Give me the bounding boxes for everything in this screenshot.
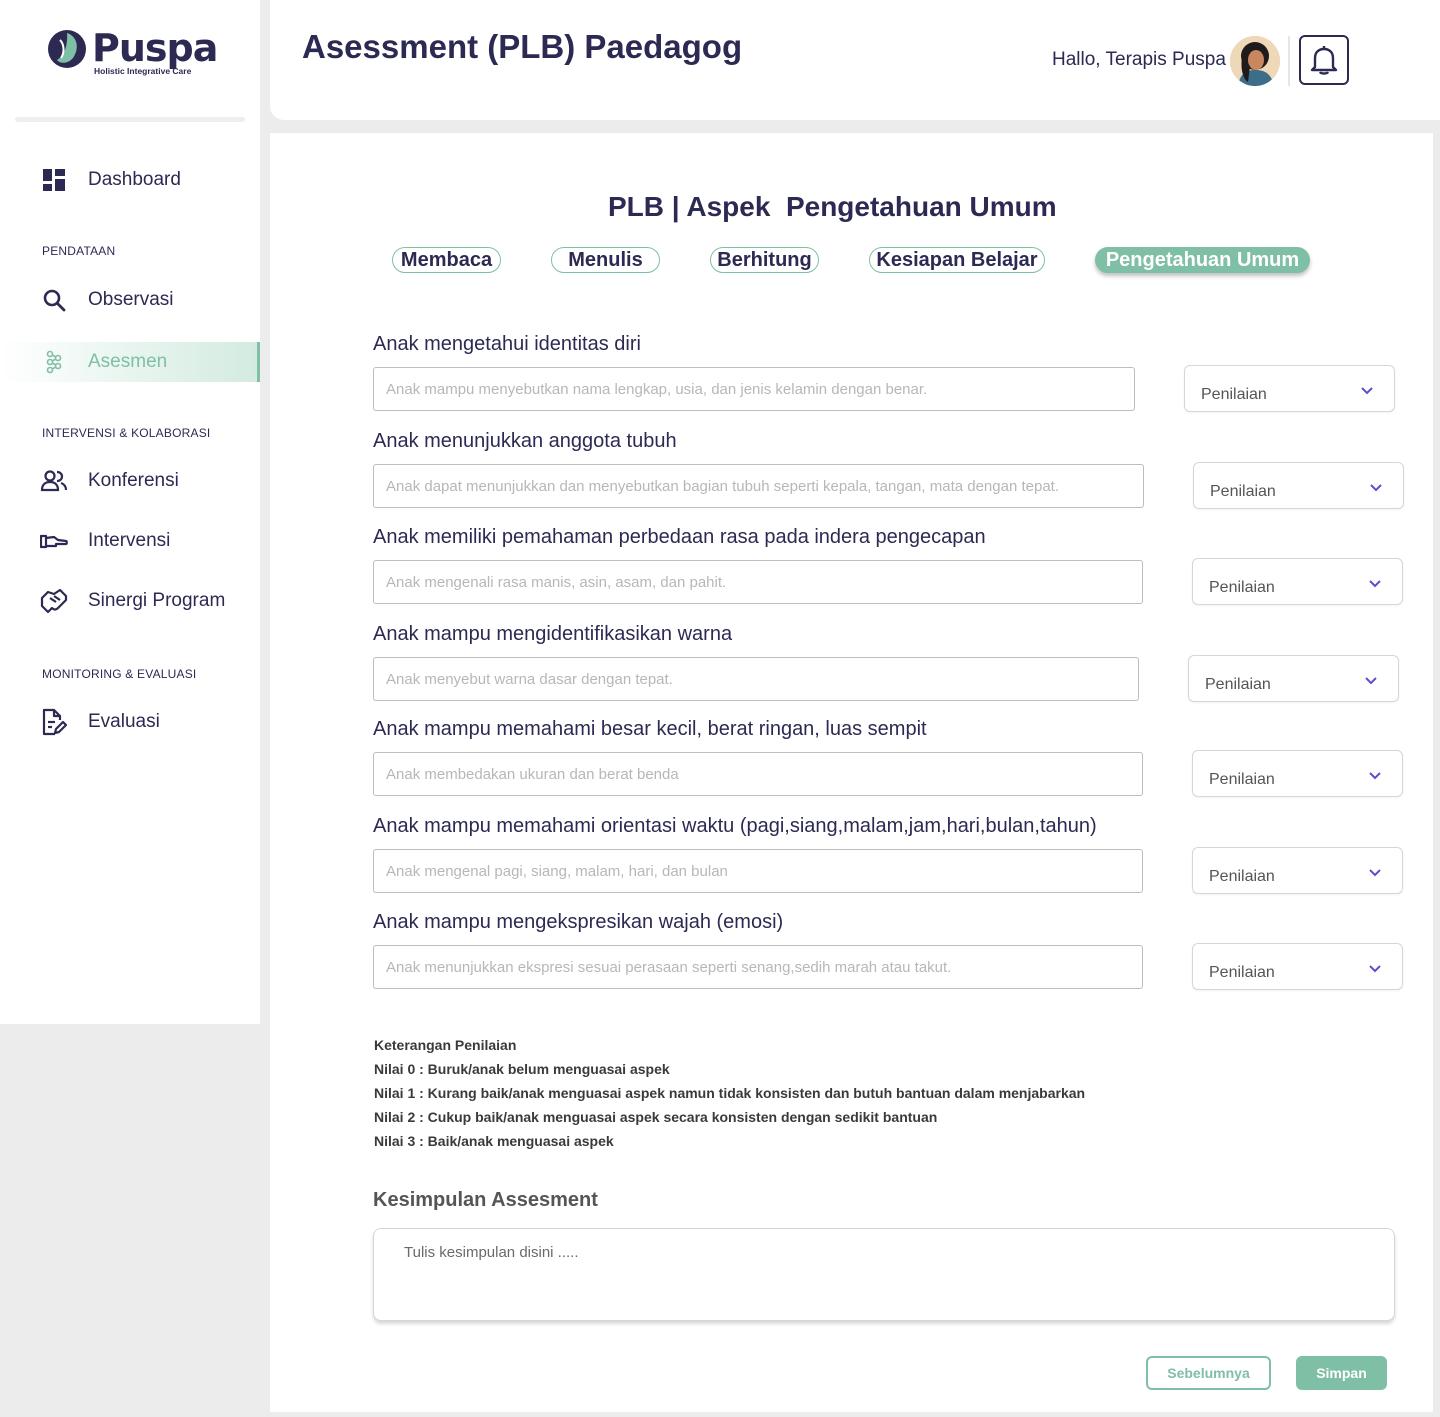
sidebar-item-asesmen[interactable]: Asesmen bbox=[0, 342, 260, 382]
score-select-value: Penilaian bbox=[1209, 579, 1275, 596]
score-select[interactable]: Penilaian bbox=[1192, 750, 1403, 797]
legend-title: Keterangan Penilaian bbox=[374, 1037, 517, 1053]
dashboard-icon bbox=[40, 166, 68, 194]
header-separator bbox=[1288, 36, 1290, 86]
tab-menulis[interactable]: Menulis bbox=[551, 247, 660, 273]
sidebar-item-label: Intervensi bbox=[88, 530, 171, 551]
sidebar-item-konferensi[interactable]: Konferensi bbox=[0, 461, 260, 501]
score-select[interactable]: Penilaian bbox=[1192, 558, 1403, 605]
page-title: Asessment (PLB) Paedagog bbox=[302, 28, 743, 65]
answer-input[interactable]: Anak mengenal pagi, siang, malam, hari, … bbox=[373, 849, 1143, 893]
question-label: Anak mampu mengidentifikasikan warna bbox=[373, 623, 733, 645]
score-select-value: Penilaian bbox=[1201, 386, 1267, 403]
tab-kesiapan-belajar[interactable]: Kesiapan Belajar bbox=[869, 247, 1045, 273]
answer-input[interactable]: Anak mengenali rasa manis, asin, asam, d… bbox=[373, 560, 1143, 604]
score-select-value: Penilaian bbox=[1205, 676, 1271, 693]
answer-input[interactable]: Anak mampu menyebutkan nama lengkap, usi… bbox=[373, 367, 1135, 411]
sidebar-item-evaluasi[interactable]: Evaluasi bbox=[0, 702, 260, 742]
sidebar-section-title: INTERVENSI & KOLABORASI bbox=[42, 426, 211, 440]
answer-input[interactable]: Anak menyebut warna dasar dengan tepat. bbox=[373, 657, 1139, 701]
legend-line: Nilai 1 : Kurang baik/anak menguasai asp… bbox=[374, 1085, 1086, 1101]
logo-mark-icon bbox=[48, 30, 86, 68]
tab-pengetahuan-umum[interactable]: Pengetahuan Umum bbox=[1095, 247, 1310, 273]
conclusion-textarea[interactable]: Tulis kesimpulan disini ..... bbox=[373, 1228, 1395, 1321]
sidebar-item-label: Konferensi bbox=[88, 470, 179, 491]
sidebar-item-label: Asesmen bbox=[88, 351, 168, 372]
conclusion-placeholder: Tulis kesimpulan disini ..... bbox=[404, 1244, 579, 1261]
chevron-down-icon bbox=[1369, 772, 1381, 780]
score-legend: Keterangan Penilaian Nilai 0 : Buruk/ana… bbox=[374, 1033, 1085, 1153]
legend-line: Nilai 3 : Baik/anak menguasai aspek bbox=[374, 1133, 614, 1149]
sidebar-section-title: MONITORING & EVALUASI bbox=[42, 667, 197, 681]
sidebar-section-title: PENDATAAN bbox=[42, 244, 116, 258]
score-select[interactable]: Penilaian bbox=[1192, 847, 1403, 894]
tab-membaca[interactable]: Membaca bbox=[392, 247, 501, 273]
question-label: Anak mampu memahami besar kecil, berat r… bbox=[373, 718, 927, 740]
bell-icon bbox=[1310, 46, 1338, 75]
brand-name: Puspa bbox=[92, 26, 218, 70]
legend-line: Nilai 0 : Buruk/anak belum menguasai asp… bbox=[374, 1061, 670, 1077]
sidebar-item-intervensi[interactable]: Intervensi bbox=[0, 521, 260, 561]
answer-input[interactable]: Anak dapat menunjukkan dan menyebutkan b… bbox=[373, 464, 1144, 508]
chevron-down-icon bbox=[1365, 677, 1377, 685]
score-select-value: Penilaian bbox=[1209, 771, 1275, 788]
save-button[interactable]: Simpan bbox=[1296, 1356, 1387, 1390]
sidebar-item-label: Dashboard bbox=[88, 169, 181, 190]
sidebar-item-observasi[interactable]: Observasi bbox=[0, 280, 260, 320]
sidebar-item-label: Observasi bbox=[88, 289, 174, 310]
question-label: Anak mampu memahami orientasi waktu (pag… bbox=[373, 815, 1097, 837]
score-select-value: Penilaian bbox=[1209, 868, 1275, 885]
user-greeting: Hallo, Terapis Puspa bbox=[1052, 49, 1226, 70]
answer-input[interactable]: Anak menunjukkan ekspresi sesuai perasaa… bbox=[373, 945, 1143, 989]
previous-button[interactable]: Sebelumnya bbox=[1146, 1356, 1271, 1390]
search-icon bbox=[40, 286, 68, 314]
answer-input[interactable]: Anak membedakan ukuran dan berat benda bbox=[373, 752, 1143, 796]
score-select-value: Penilaian bbox=[1209, 964, 1275, 981]
question-label: Anak menunjukkan anggota tubuh bbox=[373, 430, 677, 452]
edit-document-icon bbox=[40, 708, 68, 736]
score-select[interactable]: Penilaian bbox=[1188, 655, 1399, 702]
sidebar-item-sinergi-program[interactable]: Sinergi Program bbox=[0, 581, 260, 621]
score-select[interactable]: Penilaian bbox=[1184, 365, 1395, 412]
sidebar: Puspa Holistic Integrative Care Dashboar… bbox=[0, 0, 260, 1024]
assessment-icon bbox=[40, 348, 68, 376]
avatar[interactable] bbox=[1230, 36, 1280, 86]
section-title: PLB | Aspek Pengetahuan Umum bbox=[608, 191, 1057, 222]
sidebar-item-label: Evaluasi bbox=[88, 711, 160, 732]
users-icon bbox=[40, 467, 68, 495]
handshake-icon bbox=[40, 587, 68, 615]
sidebar-divider bbox=[15, 117, 245, 122]
question-label: Anak mengetahui identitas diri bbox=[373, 333, 641, 355]
assessment-form-card: PLB | Aspek Pengetahuan Umum Membaca Men… bbox=[270, 133, 1433, 1412]
sidebar-item-dashboard[interactable]: Dashboard bbox=[0, 160, 260, 200]
tab-berhitung[interactable]: Berhitung bbox=[710, 247, 819, 273]
chevron-down-icon bbox=[1369, 869, 1381, 877]
chevron-down-icon bbox=[1370, 484, 1382, 492]
chevron-down-icon bbox=[1361, 387, 1373, 395]
question-label: Anak mampu mengekspresikan wajah (emosi) bbox=[373, 911, 784, 933]
score-select-value: Penilaian bbox=[1210, 483, 1276, 500]
score-select[interactable]: Penilaian bbox=[1193, 462, 1404, 509]
score-select[interactable]: Penilaian bbox=[1192, 943, 1403, 990]
chevron-down-icon bbox=[1369, 965, 1381, 973]
question-label: Anak memiliki pemahaman perbedaan rasa p… bbox=[373, 526, 986, 548]
brand-logo[interactable]: Puspa Holistic Integrative Care bbox=[46, 26, 218, 76]
notification-button[interactable] bbox=[1299, 35, 1349, 85]
legend-line: Nilai 2 : Cukup baik/anak menguasai aspe… bbox=[374, 1109, 938, 1125]
top-header: Asessment (PLB) Paedagog Hallo, Terapis … bbox=[270, 0, 1440, 120]
hand-icon bbox=[40, 527, 68, 555]
chevron-down-icon bbox=[1369, 580, 1381, 588]
conclusion-title: Kesimpulan Assesment bbox=[373, 1189, 598, 1211]
sidebar-item-label: Sinergi Program bbox=[88, 590, 226, 611]
